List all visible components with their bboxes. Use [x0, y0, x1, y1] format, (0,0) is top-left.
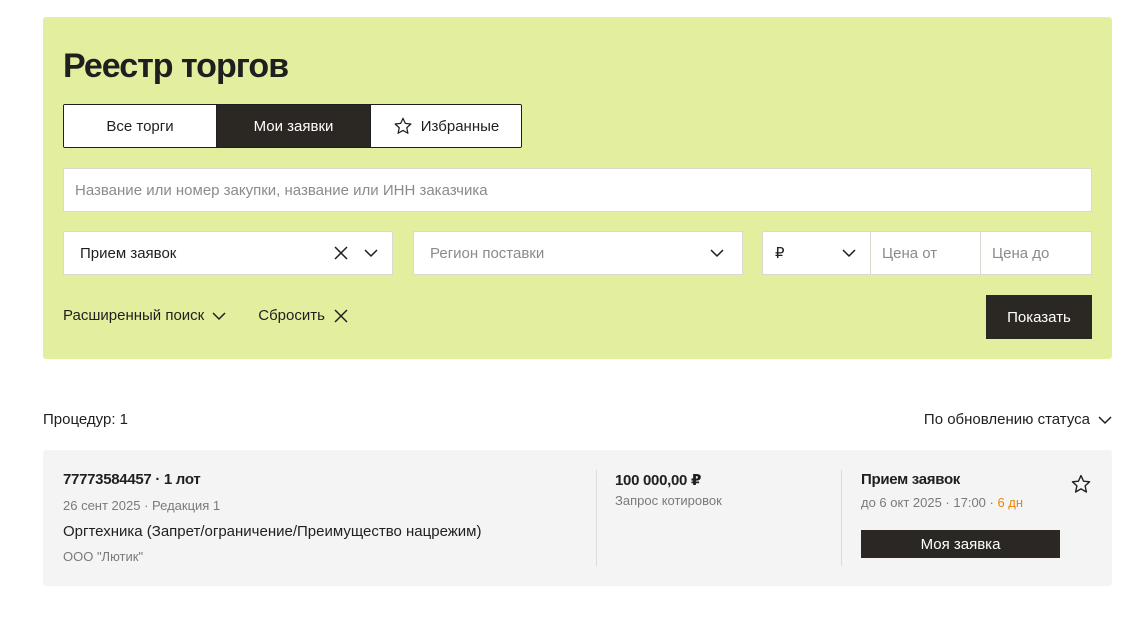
procedure-price: 100 000,00 ₽ — [615, 472, 702, 489]
reset-label: Сбросить — [258, 307, 325, 324]
tab-my-applications[interactable]: Мои заявки — [216, 105, 370, 147]
sort-select[interactable]: По обновлению статуса — [924, 411, 1112, 428]
reset-button[interactable]: Сбросить — [258, 307, 349, 324]
sort-label: По обновлению статуса — [923, 411, 1090, 428]
price-from-input[interactable]: Цена от — [870, 231, 981, 275]
filter-panel: Реестр торгов Все торги Мои заявки Избра… — [43, 17, 1112, 359]
close-icon — [334, 246, 348, 260]
region-dropdown-toggle[interactable] — [702, 238, 732, 268]
tabs: Все торги Мои заявки Избранные — [63, 104, 522, 148]
customer-name: ООО "Лютик" — [63, 549, 144, 564]
procedure-status: Прием заявок — [861, 471, 961, 488]
divider — [841, 470, 842, 566]
chevron-down-icon — [710, 249, 724, 258]
region-select-placeholder: Регион поставки — [430, 244, 545, 262]
advanced-search-label: Расширенный поиск — [63, 307, 205, 324]
chevron-down-icon — [1098, 415, 1112, 424]
days-left: 6 дн — [997, 495, 1024, 510]
tab-favorites[interactable]: Избранные — [370, 105, 521, 147]
price-to-input[interactable]: Цена до — [980, 231, 1092, 275]
show-button[interactable]: Показать — [986, 295, 1092, 339]
status-select[interactable]: Прием заявок — [63, 231, 393, 275]
price-from-placeholder: Цена от — [882, 244, 938, 262]
procedure-date: 26 сент 2025 · Редакция 1 — [63, 498, 221, 513]
search-input[interactable] — [63, 168, 1092, 212]
procedure-type: Запрос котировок — [615, 493, 722, 508]
procedure-subject[interactable]: Оргтехника (Запрет/ограничение/Преимущес… — [63, 523, 481, 540]
advanced-search-toggle[interactable]: Расширенный поиск — [63, 307, 226, 324]
region-select[interactable]: Регион поставки — [413, 231, 743, 275]
procedure-card: 77773584457 · 1 лот 26 сент 2025 · Редак… — [43, 450, 1112, 586]
currency-dropdown-toggle[interactable] — [834, 238, 864, 268]
page-title: Реестр торгов — [63, 47, 289, 85]
procedure-number[interactable]: 77773584457 · 1 лот — [63, 471, 201, 488]
procedure-deadline: до 6 окт 2025 · 17:00 · 6 дн — [861, 495, 1023, 510]
currency-value: ₽ — [775, 245, 785, 262]
chevron-down-icon — [364, 249, 378, 258]
tab-all-tenders[interactable]: Все торги — [64, 105, 216, 147]
chevron-down-icon — [842, 249, 856, 258]
deadline-text: до 6 окт 2025 · 17:00 · — [861, 495, 998, 510]
results-count: Процедур: 1 — [43, 411, 129, 428]
tab-label: Все торги — [106, 117, 174, 135]
divider — [596, 470, 597, 566]
currency-select[interactable]: ₽ — [762, 231, 871, 275]
status-dropdown-toggle[interactable] — [356, 238, 386, 268]
chevron-down-icon — [212, 311, 226, 320]
status-select-value: Прием заявок — [80, 244, 177, 262]
tab-label: Избранные — [420, 117, 500, 135]
tab-label: Мои заявки — [253, 117, 334, 135]
star-icon — [394, 117, 412, 134]
price-to-placeholder: Цена до — [992, 244, 1050, 262]
clear-status-button[interactable] — [326, 238, 356, 268]
my-application-button[interactable]: Моя заявка — [861, 530, 1060, 558]
secondary-actions: Расширенный поиск Сбросить — [63, 307, 349, 324]
star-icon[interactable] — [1070, 473, 1092, 495]
close-icon — [334, 308, 348, 323]
